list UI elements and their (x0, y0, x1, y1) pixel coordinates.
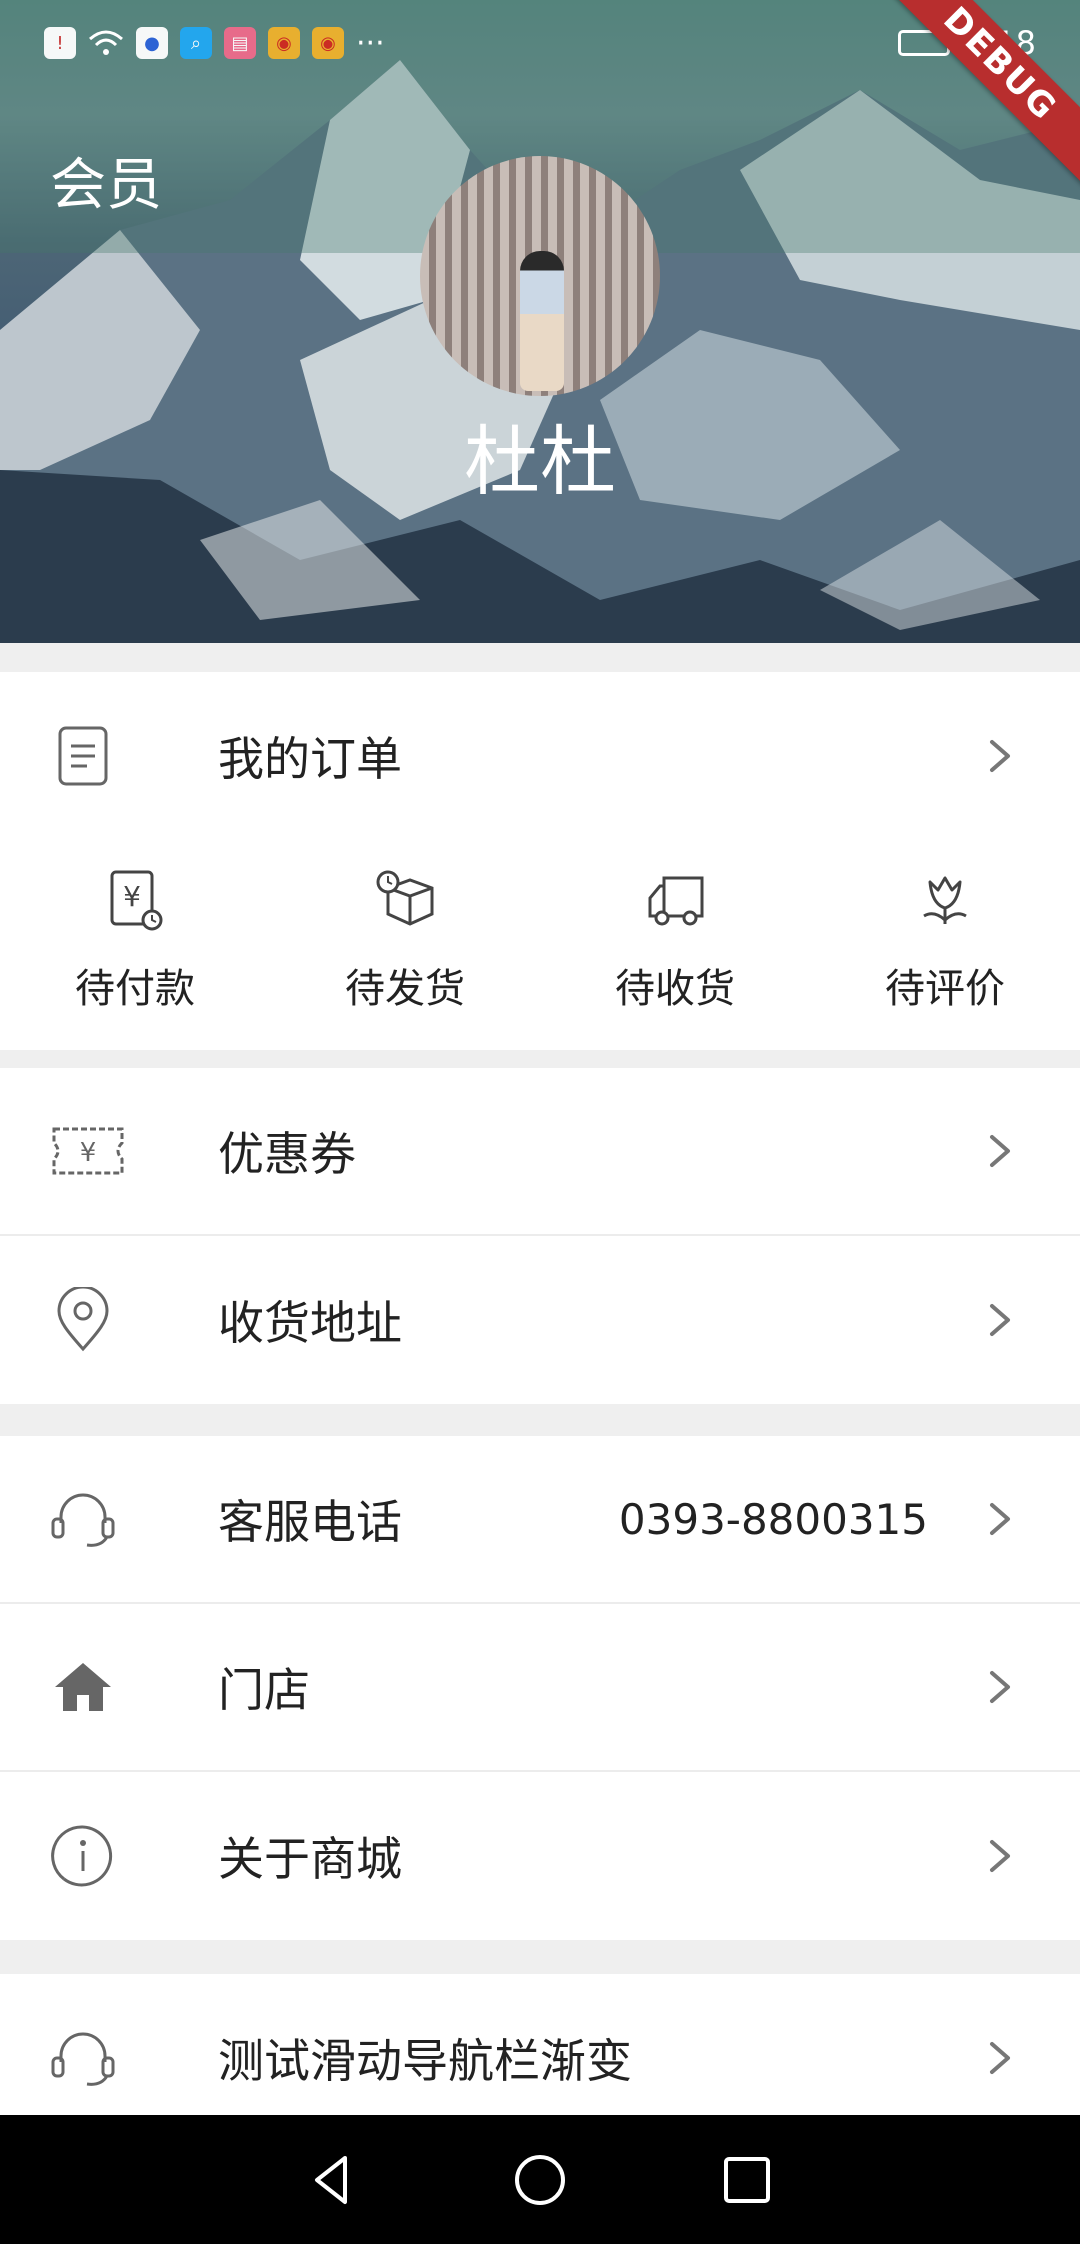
system-navigation-bar (0, 2115, 1080, 2244)
home-circle-icon[interactable] (512, 2152, 568, 2208)
info-icon (48, 1821, 118, 1891)
my-orders-row[interactable]: 我的订单 (0, 672, 1080, 840)
pending-shipment-icon (376, 870, 434, 926)
pending-review-icon (923, 876, 967, 924)
order-pending-receipt[interactable]: 待收货 (575, 864, 775, 1014)
pending-payment-icon: ¥ (110, 870, 163, 931)
coupon-icon: ¥ (48, 1116, 128, 1186)
search-app-icon: ⌕ (180, 27, 212, 59)
chevron-right-icon (990, 1671, 1010, 1703)
service-card: 客服电话 0393-8800315 门店 关于商城 (0, 1436, 1080, 1940)
wifi-icon (89, 30, 123, 55)
home-icon (48, 1652, 118, 1722)
weibo-icon: ◉ (312, 27, 344, 59)
notification-icons: ! ● ⌕ ▤ ◉ ◉ ··· (44, 26, 385, 61)
baidu-icon: ● (136, 27, 168, 59)
more-notifications: ··· (356, 25, 385, 61)
address-label: 收货地址 (218, 1296, 402, 1350)
pending-shipment-label: 待发货 (345, 966, 465, 1012)
store-row[interactable]: 门店 (0, 1604, 1080, 1772)
address-row[interactable]: 收货地址 (0, 1236, 1080, 1404)
order-pending-review[interactable]: 待评价 (845, 864, 1045, 1014)
headset-icon (48, 2023, 118, 2093)
location-pin-icon (48, 1285, 118, 1355)
svg-text:¥: ¥ (123, 880, 141, 913)
recents-icon[interactable] (719, 2152, 775, 2208)
orders-card: 我的订单 ¥ 待付款 待发货 待收货 待评价 (0, 672, 1080, 1050)
test-card: 测试滑动导航栏渐变 (0, 1974, 1080, 2115)
user-name: 杜杜 (464, 417, 616, 506)
chevron-right-icon (990, 2042, 1010, 2074)
avatar[interactable] (420, 156, 660, 396)
service-phone-label: 客服电话 (218, 1495, 402, 1549)
about-label: 关于商城 (218, 1832, 402, 1886)
alert-icon: ! (44, 27, 76, 59)
profile-header: ! ● ⌕ ▤ ◉ ◉ ··· 2:18 DEBUG 会员 杜杜 (0, 0, 1080, 643)
test-nav-gradient-row[interactable]: 测试滑动导航栏渐变 (0, 1974, 1080, 2115)
headset-icon (48, 1484, 118, 1554)
order-pending-payment[interactable]: ¥ 待付款 (35, 864, 235, 1014)
chevron-right-icon (990, 740, 1010, 772)
coupons-row[interactable]: ¥ 优惠券 (0, 1068, 1080, 1236)
book-app-icon: ▤ (224, 27, 256, 59)
coupons-label: 优惠券 (218, 1127, 356, 1181)
account-card: ¥ 优惠券 收货地址 (0, 1068, 1080, 1404)
chevron-right-icon (990, 1304, 1010, 1336)
store-label: 门店 (218, 1663, 310, 1717)
chevron-right-icon (990, 1840, 1010, 1872)
pending-receipt-icon (648, 876, 704, 926)
weibo-icon: ◉ (268, 27, 300, 59)
my-orders-label: 我的订单 (218, 732, 402, 786)
svg-text:¥: ¥ (80, 1138, 97, 1168)
pending-receipt-label: 待收货 (615, 966, 735, 1012)
service-phone-row[interactable]: 客服电话 0393-8800315 (0, 1436, 1080, 1604)
back-icon[interactable] (305, 2152, 361, 2208)
pending-payment-label: 待付款 (75, 966, 195, 1012)
pending-review-label: 待评价 (885, 966, 1005, 1012)
about-row[interactable]: 关于商城 (0, 1772, 1080, 1940)
page-title: 会员 (50, 153, 162, 218)
chevron-right-icon (990, 1503, 1010, 1535)
service-phone-number[interactable]: 0393-8800315 (619, 1495, 928, 1544)
avatar-photo-figure (520, 251, 564, 391)
order-pending-shipment[interactable]: 待发货 (305, 864, 505, 1014)
document-icon (48, 721, 118, 791)
order-status-grid: ¥ 待付款 待发货 待收货 待评价 (0, 840, 1080, 1050)
chevron-right-icon (990, 1135, 1010, 1167)
test-nav-gradient-label: 测试滑动导航栏渐变 (218, 2034, 632, 2088)
